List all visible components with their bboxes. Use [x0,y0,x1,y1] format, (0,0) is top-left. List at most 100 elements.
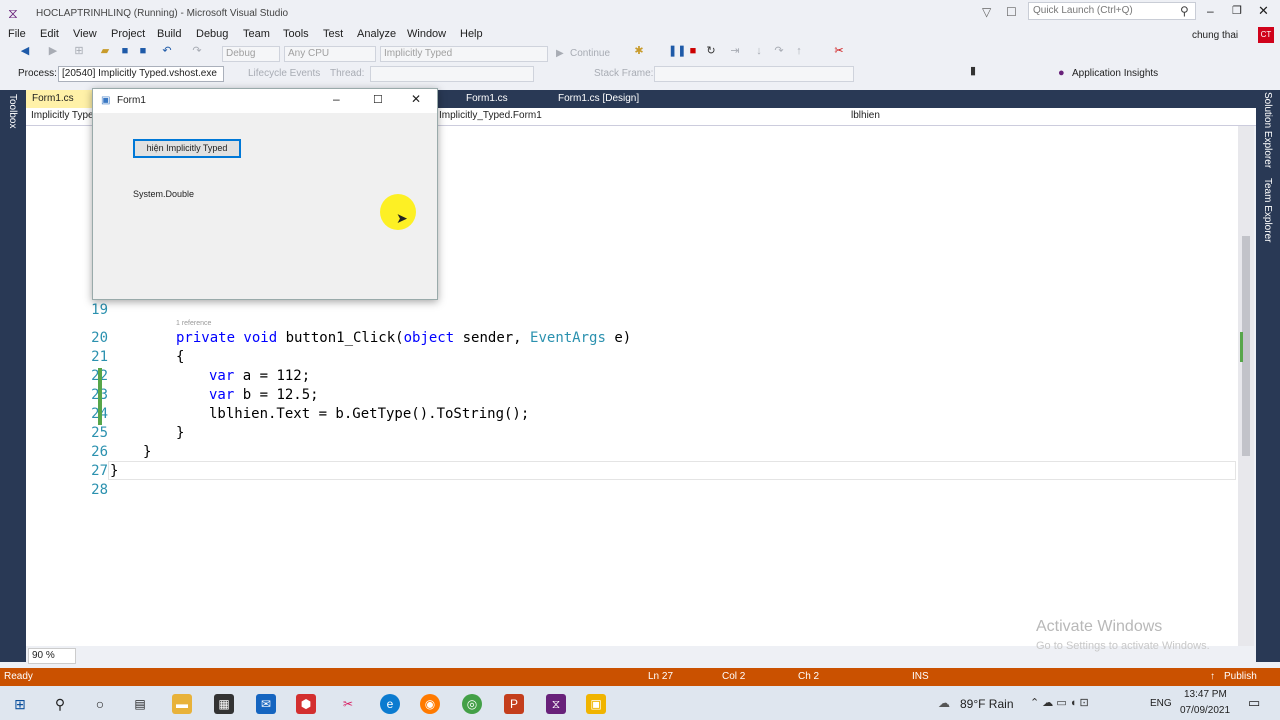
restore-icon[interactable]: ❐ [1232,4,1242,17]
toolbox-tab[interactable]: Toolbox [7,94,18,128]
firefox-icon[interactable]: ◉ [420,694,440,714]
back-icon[interactable]: ◀ [18,44,32,58]
menu-test[interactable]: Test [323,28,343,40]
menu-build[interactable]: Build [157,28,181,40]
step-into-icon[interactable]: ↓ [752,44,766,58]
line-number: 25 [91,425,108,441]
hien-implicitly-typed-button[interactable]: hiện Implicitly Typed [133,139,241,158]
tab-form1-cs-active[interactable]: Form1.cs [26,90,92,108]
new-project-icon[interactable]: ⊞ [72,44,86,58]
cortana-icon[interactable]: ○ [90,694,110,714]
clock-time[interactable]: 13:47 PM [1184,689,1227,700]
code-token: var [209,368,235,384]
zoom-select[interactable]: 90 % [28,648,76,664]
solution-config-select[interactable]: Debug [222,46,280,62]
step-out-icon[interactable]: ↑ [792,44,806,58]
chrome-icon[interactable]: ◎ [462,694,482,714]
tray-icons[interactable]: ⌃ ☁ ▭ ◖ ⊡ [1030,696,1089,709]
quick-launch-input[interactable]: Quick Launch (Ctrl+Q) [1028,2,1196,20]
form-icon: ▣ [101,95,111,106]
continue-button[interactable]: Continue [570,48,610,59]
codelens-references[interactable]: 1 reference [176,320,211,327]
stack-frame-select[interactable] [654,66,854,82]
search-icon[interactable]: ⚲ [1180,4,1189,18]
app-icon[interactable]: ⬢ [296,694,316,714]
menu-analyze[interactable]: Analyze [357,28,396,40]
windows-taskbar: ⊞ ⚲ ○ ▤ ▬ ▦ ✉ ⬢ ✂ e ◉ ◎ P ⧖ ▣ ☁ 89°F Rai… [0,686,1280,720]
powerpoint-icon[interactable]: P [504,694,524,714]
filter-icon[interactable]: ▽ [982,5,991,19]
form-close-icon[interactable]: ✕ [411,92,421,106]
thread-select[interactable] [370,66,534,82]
menu-file[interactable]: File [8,28,26,40]
save-all-icon[interactable]: ■ [136,44,150,58]
scrollbar-thumb[interactable] [1242,236,1250,456]
tab-form1-design[interactable]: Form1.cs [Design] [552,90,674,108]
lifecycle-events-button[interactable]: Lifecycle Events [248,68,320,79]
team-explorer-tab[interactable]: Team Explorer [1262,178,1273,242]
save-icon[interactable]: ■ [118,44,132,58]
menu-debug[interactable]: Debug [196,28,228,40]
running-form-icon[interactable]: ▣ [586,694,606,714]
minimize-icon[interactable]: – [1207,4,1214,18]
startup-project-select[interactable]: Implicitly Typed [380,46,548,62]
show-next-statement-icon[interactable]: ⇥ [728,44,742,58]
editor-vertical-scrollbar[interactable] [1238,126,1254,646]
form-minimize-icon[interactable]: – [333,92,340,106]
publish-icon[interactable]: ↑ [1210,671,1215,682]
menu-view[interactable]: View [73,28,97,40]
breakpoint-icon[interactable]: ✂ [832,44,846,58]
language-indicator[interactable]: ENG [1150,698,1172,709]
weather-text[interactable]: 89°F Rain [960,697,1014,711]
user-name[interactable]: chung thai [1192,30,1238,41]
mail-icon[interactable]: ✉ [256,694,276,714]
menu-team[interactable]: Team [243,28,270,40]
menu-window[interactable]: Window [407,28,446,40]
tab-form1-cs[interactable]: Form1.cs [460,90,550,108]
notification-icon[interactable]: ▭ [1248,695,1260,711]
bookmark-icon[interactable]: ▮ [966,64,980,78]
publish-button[interactable]: Publish [1224,671,1257,682]
edge-icon[interactable]: e [380,694,400,714]
form1-window: ▣ Form1 – ☐ ✕ hiện Implicitly Typed Syst… [92,88,438,300]
member-nav-select[interactable]: lblhien [848,109,1244,125]
weather-icon[interactable]: ☁ [938,696,950,710]
insights-icon[interactable]: ● [1058,67,1065,79]
user-avatar[interactable]: CT [1258,27,1274,43]
process-select[interactable]: [20540] Implicitly Typed.vshost.exe [58,66,224,82]
class-nav-select[interactable]: Implicitly_Typed.Form1 [436,109,842,125]
line-number: 28 [91,482,108,498]
forward-icon[interactable]: ▶ [46,44,60,58]
task-view-icon[interactable]: ▤ [130,694,150,714]
code-token: a = 112; [234,368,311,384]
platform-select[interactable]: Any CPU [284,46,376,62]
undo-icon[interactable]: ↶ [160,44,174,58]
menu-tools[interactable]: Tools [283,28,309,40]
menu-edit[interactable]: Edit [40,28,59,40]
clock-date[interactable]: 07/09/2021 [1180,705,1230,716]
restart-icon[interactable]: ↻ [704,44,718,58]
menu-help[interactable]: Help [460,28,483,40]
continue-icon[interactable]: ▶ [556,48,564,59]
open-icon[interactable]: ▰ [98,44,112,58]
toolbox-strip: Toolbox [0,90,26,662]
start-icon[interactable]: ⊞ [10,694,30,714]
close-icon[interactable]: ✕ [1258,3,1269,19]
snip-icon[interactable]: ✂ [338,694,358,714]
file-explorer-icon[interactable]: ▬ [172,694,192,714]
pause-icon[interactable]: ❚❚ [668,44,686,58]
form1-titlebar: ▣ Form1 – ☐ ✕ [93,89,437,113]
step-over-icon[interactable]: ↷ [772,44,786,58]
feedback-icon[interactable]: ☐ [1006,5,1017,19]
application-insights-button[interactable]: Application Insights [1072,68,1158,79]
search-icon[interactable]: ⚲ [50,694,70,714]
solution-explorer-tab[interactable]: Solution Explorer [1262,92,1273,168]
visual-studio-icon[interactable]: ⧖ [546,694,566,714]
menu-project[interactable]: Project [111,28,145,40]
process-label: Process: [18,68,57,79]
store-icon[interactable]: ▦ [214,694,234,714]
stop-icon[interactable]: ■ [686,44,700,58]
form-maximize-icon[interactable]: ☐ [373,93,383,106]
redo-icon[interactable]: ↷ [190,44,204,58]
attach-icon[interactable]: ✱ [632,44,646,58]
